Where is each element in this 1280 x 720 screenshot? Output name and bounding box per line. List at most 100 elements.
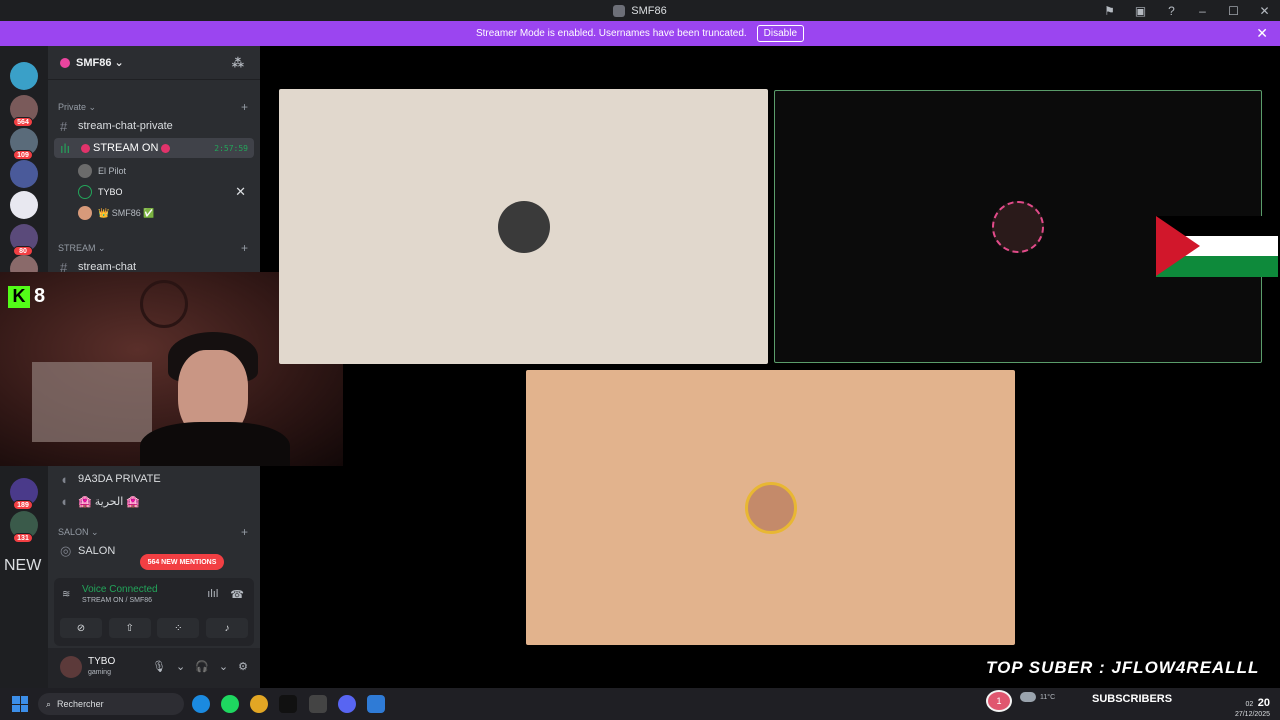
avatar bbox=[78, 164, 92, 178]
new-mentions-pill[interactable]: 564 NEW MENTIONS bbox=[140, 554, 224, 570]
disable-streamer-mode-button[interactable]: Disable bbox=[756, 25, 805, 42]
server-icon-2[interactable]: 564 bbox=[10, 95, 38, 127]
clock-date: 27/12/2025 bbox=[1234, 711, 1270, 718]
avatar bbox=[992, 200, 1044, 253]
edge-browser-icon[interactable] bbox=[192, 695, 210, 713]
soundboard-button[interactable]: ♪ bbox=[205, 618, 248, 638]
obs-icon[interactable] bbox=[309, 695, 327, 713]
top-suber-overlay: TOP SUBER : JFLOW4REALLL bbox=[986, 658, 1260, 677]
app-icon[interactable] bbox=[367, 695, 385, 713]
channel-9a3da-private[interactable]: ◖ 9A3DA PRIVATE bbox=[54, 469, 254, 489]
channel-stream-chat-private[interactable]: # stream-chat-private bbox=[54, 116, 254, 136]
avatar bbox=[744, 481, 797, 534]
voice-user-tybo[interactable]: TYBO ✕ bbox=[78, 182, 254, 202]
avatar[interactable] bbox=[60, 656, 82, 678]
category-salon[interactable]: SALON ⌄ + bbox=[58, 525, 250, 539]
chevron-down-icon[interactable]: ⌄ bbox=[219, 660, 228, 673]
voice-user-smf86[interactable]: 👑 SMF86 ✅ bbox=[78, 203, 254, 223]
discord-taskbar-icon[interactable] bbox=[338, 695, 356, 713]
stream-timer: 2:57:59 bbox=[214, 143, 248, 153]
category-stream-label: STREAM ⌄ bbox=[58, 243, 106, 253]
avatar bbox=[78, 206, 92, 220]
settings-gear-icon[interactable]: ⚙ bbox=[238, 660, 248, 673]
disconnect-phone-icon[interactable]: ☎ bbox=[230, 588, 244, 601]
connection-signal-icon[interactable]: ≋ bbox=[62, 589, 70, 600]
category-private-label: Private ⌄ bbox=[58, 102, 97, 112]
minimize-button[interactable]: – bbox=[1187, 0, 1218, 21]
new-servers-badge[interactable]: NEW bbox=[4, 557, 41, 575]
taskbar-search[interactable]: ⌕ Rechercher bbox=[38, 693, 184, 715]
chevron-down-icon[interactable]: ⌄ bbox=[176, 660, 185, 673]
server-avatar bbox=[10, 62, 38, 90]
video-tile-1[interactable] bbox=[279, 89, 768, 364]
activities-button[interactable]: ⁘ bbox=[157, 618, 200, 638]
user-controls: 🎙 ⌄ 🎧 ⌄ ⚙ bbox=[152, 660, 248, 673]
add-channel-icon[interactable]: + bbox=[241, 100, 248, 114]
streamer-body bbox=[140, 422, 290, 466]
server-icon bbox=[613, 4, 626, 17]
voice-user-name: El Pilot bbox=[98, 166, 127, 176]
voice-channel-name[interactable]: STREAM ON / SMF86 bbox=[82, 597, 152, 604]
server-avatar bbox=[10, 191, 38, 219]
close-banner-icon[interactable]: ✕ bbox=[1256, 25, 1268, 42]
server-avatar bbox=[10, 160, 38, 188]
mention-badge: 109 bbox=[13, 150, 33, 160]
palestine-flag-image bbox=[1156, 216, 1278, 277]
guild-icon bbox=[60, 57, 70, 68]
stage-channel-icon: ◎ bbox=[60, 543, 72, 558]
text-channel-icon: # bbox=[60, 118, 68, 134]
category-stream[interactable]: STREAM ⌄ + bbox=[58, 241, 250, 255]
add-channel-icon[interactable]: + bbox=[241, 525, 248, 539]
kick-viewer-counter: K 8 bbox=[8, 285, 45, 308]
video-tile-3[interactable] bbox=[526, 370, 1015, 645]
mention-badge: 131 bbox=[13, 533, 33, 543]
windows-start-icon[interactable] bbox=[12, 696, 28, 712]
server-icon-9[interactable]: 131 bbox=[10, 511, 38, 543]
weather-widget[interactable]: 11°C bbox=[1020, 692, 1055, 702]
close-window-button[interactable]: ✕ bbox=[1249, 0, 1280, 21]
voice-panel-controls: ılıl ☎ bbox=[207, 588, 244, 601]
window-title: SMF86 bbox=[613, 4, 667, 17]
streamer-mode-banner: Streamer Mode is enabled. Usernames have… bbox=[0, 21, 1280, 46]
server-icon-3[interactable]: 109 bbox=[10, 128, 38, 160]
guild-header[interactable]: SMF86 ⌄ ⁂ bbox=[48, 46, 260, 80]
invite-people-icon[interactable]: ⁂ bbox=[232, 56, 244, 70]
spotify-icon[interactable] bbox=[221, 695, 239, 713]
add-channel-icon[interactable]: + bbox=[241, 241, 248, 255]
voice-user-name: TYBO bbox=[98, 187, 123, 197]
share-screen-button[interactable]: ⇧ bbox=[108, 618, 151, 638]
voice-status[interactable]: Voice Connected bbox=[82, 584, 158, 595]
notification-badge[interactable]: 1 bbox=[986, 690, 1012, 712]
voice-channel-icon: ◖ bbox=[60, 471, 68, 487]
noise-suppression-icon[interactable]: ılıl bbox=[207, 588, 218, 601]
headphones-icon[interactable]: 🎧 bbox=[195, 660, 209, 673]
server-icon-8[interactable]: 189 bbox=[10, 478, 38, 510]
category-salon-label: SALON ⌄ bbox=[58, 527, 99, 537]
search-placeholder: Rechercher bbox=[57, 699, 104, 709]
category-private[interactable]: Private ⌄ + bbox=[58, 100, 250, 114]
disconnect-user-icon[interactable]: ✕ bbox=[235, 184, 246, 200]
clock-small: 02 bbox=[1245, 701, 1254, 708]
voice-connected-panel: ≋ Voice Connected STREAM ON / SMF86 ılıl… bbox=[54, 578, 254, 646]
inbox-icon[interactable]: ▣ bbox=[1125, 0, 1156, 21]
maximize-button[interactable]: ☐ bbox=[1218, 0, 1249, 21]
camera-off-button[interactable]: ⊘ bbox=[60, 618, 102, 638]
channel-stream-on[interactable]: ılı STREAM ON 2:57:59 bbox=[54, 138, 254, 158]
help-icon[interactable]: ? bbox=[1156, 0, 1187, 21]
server-icon-1[interactable] bbox=[10, 62, 38, 90]
username[interactable]: TYBO bbox=[88, 656, 115, 667]
mention-badge: 564 bbox=[13, 117, 33, 127]
chrome-icon[interactable] bbox=[250, 695, 268, 713]
server-icon-4[interactable] bbox=[10, 160, 38, 188]
inbox-flag-icon[interactable]: ⚑ bbox=[1094, 0, 1125, 21]
server-icon-5[interactable] bbox=[10, 191, 38, 219]
voice-user-el-pilot[interactable]: El Pilot bbox=[78, 161, 254, 181]
clock-big: 20 bbox=[1257, 697, 1270, 709]
channel-horria[interactable]: ◖ 🏩 الحرية 🏩 bbox=[54, 491, 254, 511]
microphone-icon[interactable]: 🎙 bbox=[152, 660, 166, 673]
tiktok-icon[interactable] bbox=[279, 695, 297, 713]
live-dot-icon bbox=[81, 143, 90, 153]
server-icon-6[interactable]: 80 bbox=[10, 224, 38, 256]
taskbar-clock[interactable]: 02 20 27/12/2025 bbox=[1235, 693, 1270, 718]
channel-label: stream-chat-private bbox=[78, 120, 173, 132]
